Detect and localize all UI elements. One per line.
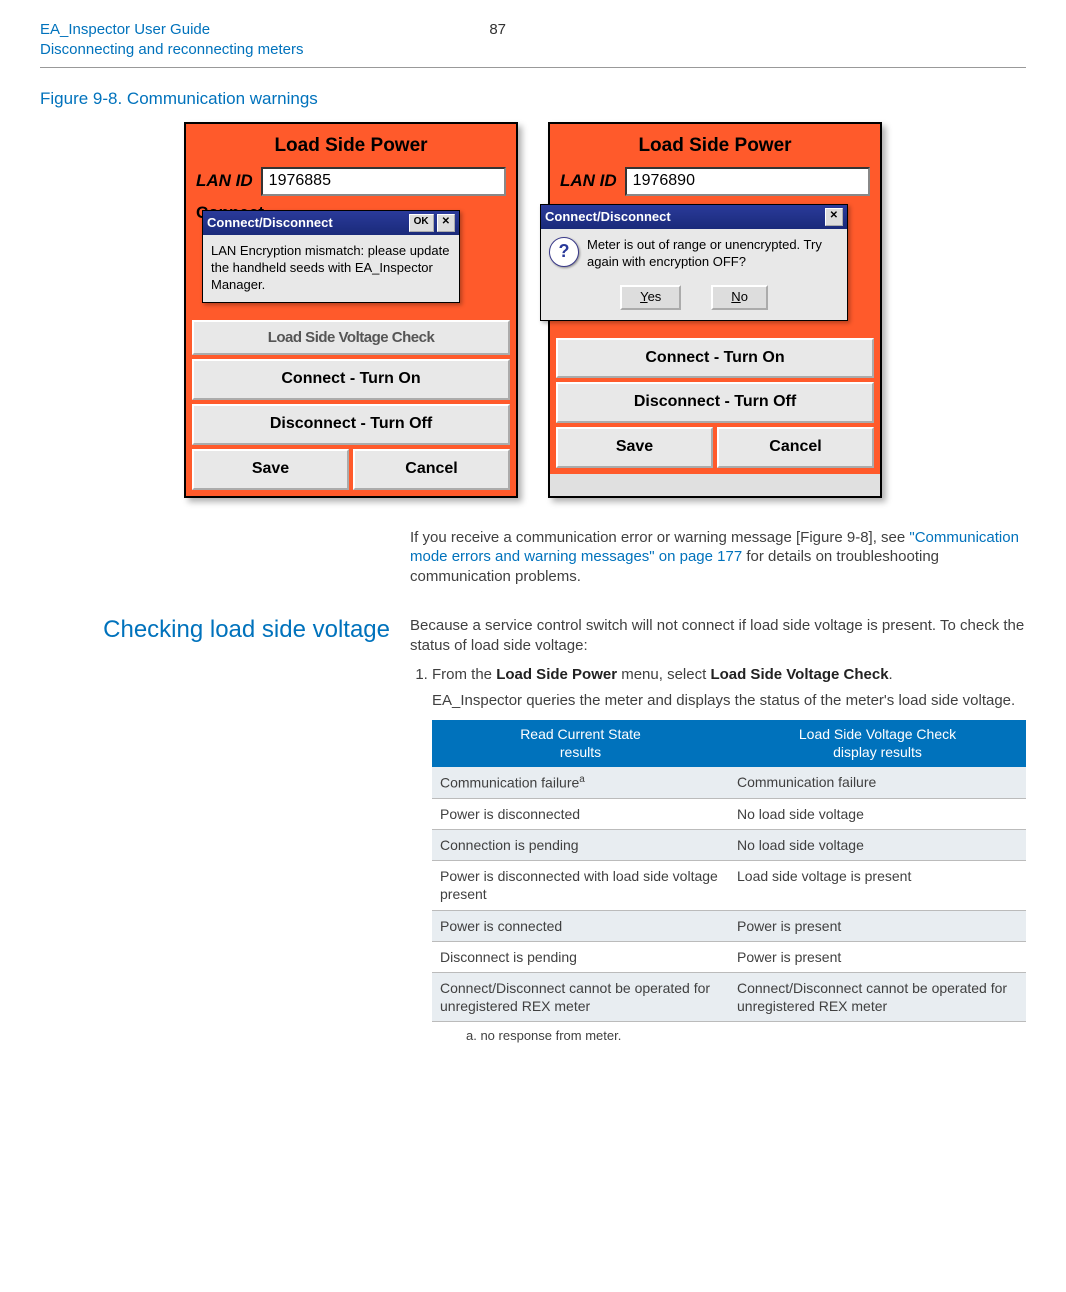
cancel-button[interactable]: Cancel: [717, 427, 874, 468]
table-cell: Communication failure: [729, 767, 1026, 798]
page-number: 87: [489, 20, 506, 59]
table-cell: Connection is pending: [432, 830, 729, 861]
connect-turn-on-button[interactable]: Connect - Turn On: [192, 359, 510, 400]
dialog-no-button[interactable]: No: [711, 285, 768, 310]
window-title: Load Side Power: [556, 130, 874, 165]
steps-list: From the Load Side Power menu, select Lo…: [410, 665, 1026, 1045]
step-1: From the Load Side Power menu, select Lo…: [432, 665, 1026, 1045]
table-cell: Power is connected: [432, 910, 729, 941]
dialog-yes-button[interactable]: Yes: [620, 285, 681, 310]
dialog-connect-disconnect: Connect/Disconnect ? Meter is out of ran…: [540, 204, 848, 321]
table-cell: No load side voltage: [729, 830, 1026, 861]
close-icon[interactable]: [437, 214, 455, 232]
table-footnote: a. no response from meter.: [432, 1022, 1026, 1045]
section-checking-load-side-voltage: Checking load side voltage Because a ser…: [40, 616, 1026, 1051]
table-cell: Connect/Disconnect cannot be operated fo…: [729, 973, 1026, 1022]
dialog-message: LAN Encryption mismatch: please update t…: [211, 243, 451, 294]
screenshot-left: Load Side Power LAN ID 1976885 Connect..…: [184, 122, 518, 497]
table-header-1: Read Current State results: [432, 720, 729, 767]
dialog-message: Meter is out of range or unencrypted. Tr…: [587, 237, 839, 271]
doc-title: EA_Inspector User Guide: [40, 20, 303, 40]
results-table: Read Current State results Load Side Vol…: [432, 720, 1026, 1022]
window-title: Load Side Power: [192, 130, 510, 165]
table-cell: Load side voltage is present: [729, 861, 1026, 910]
connect-turn-on-button[interactable]: Connect - Turn On: [556, 338, 874, 379]
table-cell: Power is present: [729, 910, 1026, 941]
save-button[interactable]: Save: [556, 427, 713, 468]
close-icon[interactable]: [825, 208, 843, 226]
section-heading: Checking load side voltage: [40, 616, 390, 644]
figure-screenshots: Load Side Power LAN ID 1976885 Connect..…: [40, 122, 1026, 497]
table-cell: Power is present: [729, 941, 1026, 972]
cancel-button[interactable]: Cancel: [353, 449, 510, 490]
dialog-title: Connect/Disconnect: [207, 215, 406, 232]
step-1-description: EA_Inspector queries the meter and displ…: [432, 691, 1026, 711]
table-row: Communication failureaCommunication fail…: [432, 767, 1026, 798]
table-cell: Power is disconnected with load side vol…: [432, 861, 729, 910]
table-row: Power is disconnectedNo load side voltag…: [432, 798, 1026, 829]
table-cell: No load side voltage: [729, 798, 1026, 829]
bold-menu-name: Load Side Power: [496, 666, 617, 683]
load-side-voltage-check-button[interactable]: Load Side Voltage Check: [192, 320, 510, 356]
dialog-title: Connect/Disconnect: [545, 209, 822, 226]
lan-id-label: LAN ID: [560, 170, 617, 192]
screenshot-right: Load Side Power LAN ID 1976890 Connect C…: [548, 122, 882, 497]
table-row: Power is connectedPower is present: [432, 910, 1026, 941]
table-row: Connection is pendingNo load side voltag…: [432, 830, 1026, 861]
table-cell: Disconnect is pending: [432, 941, 729, 972]
bold-option-name: Load Side Voltage Check: [710, 666, 888, 683]
table-row: Connect/Disconnect cannot be operated fo…: [432, 973, 1026, 1022]
post-figure-paragraph: If you receive a communication error or …: [410, 528, 1026, 587]
doc-section: Disconnecting and reconnecting meters: [40, 40, 303, 60]
table-cell: Connect/Disconnect cannot be operated fo…: [432, 973, 729, 1022]
lan-id-input[interactable]: 1976890: [625, 167, 870, 196]
question-icon: ?: [549, 237, 579, 267]
section-intro: Because a service control switch will no…: [410, 616, 1026, 655]
table-cell: Communication failurea: [432, 767, 729, 798]
table-row: Disconnect is pendingPower is present: [432, 941, 1026, 972]
lan-id-input[interactable]: 1976885: [261, 167, 506, 196]
table-cell: Power is disconnected: [432, 798, 729, 829]
dialog-ok-button[interactable]: OK: [409, 214, 434, 232]
figure-caption: Figure 9-8. Communication warnings: [40, 88, 1026, 110]
page-header: EA_Inspector User Guide Disconnecting an…: [40, 20, 1026, 68]
lan-id-label: LAN ID: [196, 170, 253, 192]
dialog-connect-disconnect: Connect/Disconnect OK LAN Encryption mis…: [202, 210, 460, 303]
table-row: Power is disconnected with load side vol…: [432, 861, 1026, 910]
save-button[interactable]: Save: [192, 449, 349, 490]
header-left: EA_Inspector User Guide Disconnecting an…: [40, 20, 303, 59]
disconnect-turn-off-button[interactable]: Disconnect - Turn Off: [556, 382, 874, 423]
text-before-link: If you receive a communication error or …: [410, 529, 909, 546]
disconnect-turn-off-button[interactable]: Disconnect - Turn Off: [192, 404, 510, 445]
table-header-2: Load Side Voltage Check display results: [729, 720, 1026, 767]
